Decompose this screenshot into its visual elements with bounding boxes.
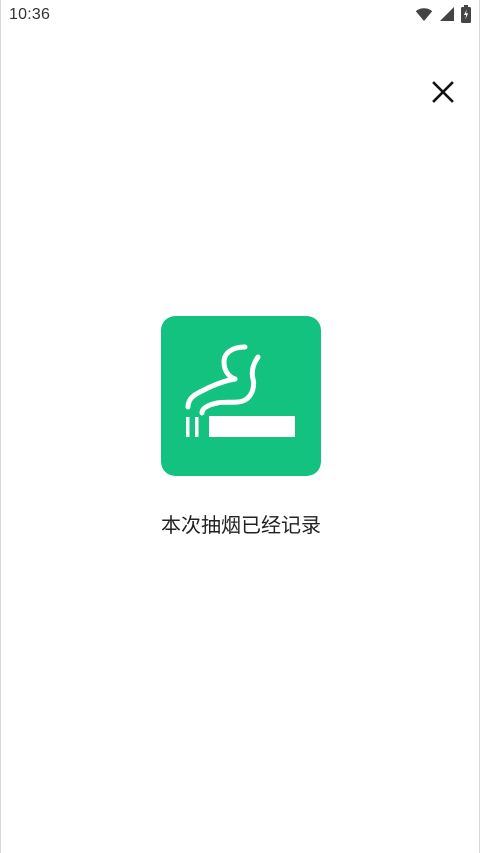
close-icon: [432, 81, 454, 103]
smoking-icon: [161, 316, 321, 476]
wifi-icon: [415, 6, 433, 26]
battery-charging-icon: [461, 5, 471, 27]
cellular-signal-icon: [439, 6, 455, 26]
status-bar: 10:36: [1, 0, 479, 32]
status-icons: [415, 5, 471, 27]
record-message: 本次抽烟已经记录: [161, 513, 321, 537]
smoking-record-card: [161, 316, 321, 476]
close-button[interactable]: [427, 76, 459, 108]
smoking-record-screen: 10:36 本次抽烟已经记录: [0, 0, 480, 853]
status-time: 10:36: [9, 6, 51, 23]
